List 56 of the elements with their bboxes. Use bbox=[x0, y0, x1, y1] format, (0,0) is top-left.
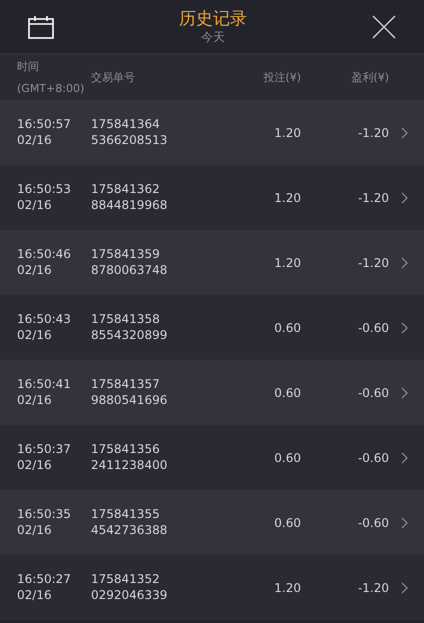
order-number-cell: 175841358 8554320899 bbox=[91, 311, 168, 343]
order-number-cell: 175841364 5366208513 bbox=[91, 116, 168, 148]
profit-cell: -0.60 bbox=[358, 386, 389, 400]
chevron-right-icon bbox=[401, 516, 408, 528]
bet-cell: 1.20 bbox=[274, 580, 301, 594]
page-title: 历史记录 bbox=[179, 8, 247, 28]
bet-cell: 0.60 bbox=[274, 320, 301, 334]
history-row[interactable]: 16:50:37 02/16 175841356 2411238400 0.60 -0.60 bbox=[0, 425, 424, 490]
time-cell: 16:50:27 02/16 bbox=[17, 571, 71, 603]
order-number-cell: 175841356 2411238400 bbox=[91, 441, 168, 473]
time-cell: 16:50:53 02/16 bbox=[17, 181, 71, 213]
chevron-right-icon bbox=[401, 126, 408, 138]
order-number-cell: 175841357 9880541696 bbox=[91, 376, 168, 408]
time-cell: 16:50:37 02/16 bbox=[17, 441, 71, 473]
order-number-cell: 175841355 4542736388 bbox=[91, 506, 168, 538]
time-cell: 16:50:41 02/16 bbox=[17, 376, 71, 408]
history-row[interactable]: 16:50:46 02/16 175841359 8780063748 1.20 -1.20 bbox=[0, 230, 424, 295]
history-row[interactable]: 16:50:41 02/16 175841357 9880541696 0.60 -0.60 bbox=[0, 360, 424, 425]
chevron-right-icon bbox=[401, 322, 408, 334]
profit-cell: -1.20 bbox=[358, 126, 389, 140]
chevron-right-icon bbox=[401, 256, 408, 268]
history-row[interactable]: 16:50:35 02/16 175841355 4542736388 0.60 -0.60 bbox=[0, 490, 424, 555]
history-row[interactable]: 16:50:27 02/16 175841352 0292046339 1.20 -1.20 bbox=[0, 555, 424, 620]
chevron-right-icon bbox=[401, 582, 408, 594]
date-filter-label[interactable]: 今天 bbox=[201, 28, 225, 44]
column-header: 交易单号 bbox=[91, 70, 135, 86]
time-cell: 16:50:46 02/16 bbox=[17, 246, 71, 278]
history-row[interactable]: 16:50:43 02/16 175841358 8554320899 0.60 -0.60 bbox=[0, 295, 424, 360]
chevron-right-icon bbox=[401, 192, 408, 204]
bet-cell: 0.60 bbox=[274, 516, 301, 530]
profit-cell: -0.60 bbox=[358, 320, 389, 334]
time-cell: 16:50:35 02/16 bbox=[17, 506, 71, 538]
bet-cell: 1.20 bbox=[274, 190, 301, 204]
profit-cell: -1.20 bbox=[358, 256, 389, 270]
close-icon[interactable] bbox=[372, 14, 396, 38]
order-number-cell: 175841359 8780063748 bbox=[91, 246, 168, 278]
bet-cell: 1.20 bbox=[274, 126, 301, 140]
history-row[interactable]: 16:50:57 02/16 175841364 5366208513 1.20 -1.20 bbox=[0, 100, 424, 165]
order-number-cell: 175841362 8844819968 bbox=[91, 181, 168, 213]
time-cell: 16:50:57 02/16 bbox=[17, 116, 71, 148]
chevron-right-icon bbox=[401, 386, 408, 398]
time-cell: 16:50:43 02/16 bbox=[17, 311, 71, 343]
order-number-cell: 175841352 0292046339 bbox=[91, 571, 168, 603]
profit-cell: -0.60 bbox=[358, 516, 389, 530]
profit-cell: -1.20 bbox=[358, 580, 389, 594]
chevron-right-icon bbox=[401, 452, 408, 464]
profit-cell: -1.20 bbox=[358, 190, 389, 204]
bet-cell: 0.60 bbox=[274, 450, 301, 464]
bet-cell: 1.20 bbox=[274, 256, 301, 270]
profit-cell: -0.60 bbox=[358, 450, 389, 464]
calendar-icon[interactable] bbox=[28, 14, 54, 38]
column-header: 投注(¥) bbox=[263, 70, 301, 86]
column-header: 时间 (GMT+8:00) bbox=[17, 58, 84, 96]
bet-cell: 0.60 bbox=[274, 386, 301, 400]
history-row[interactable]: 16:50:53 02/16 175841362 8844819968 1.20 -1.20 bbox=[0, 165, 424, 230]
column-header: 盈利(¥) bbox=[351, 70, 389, 86]
